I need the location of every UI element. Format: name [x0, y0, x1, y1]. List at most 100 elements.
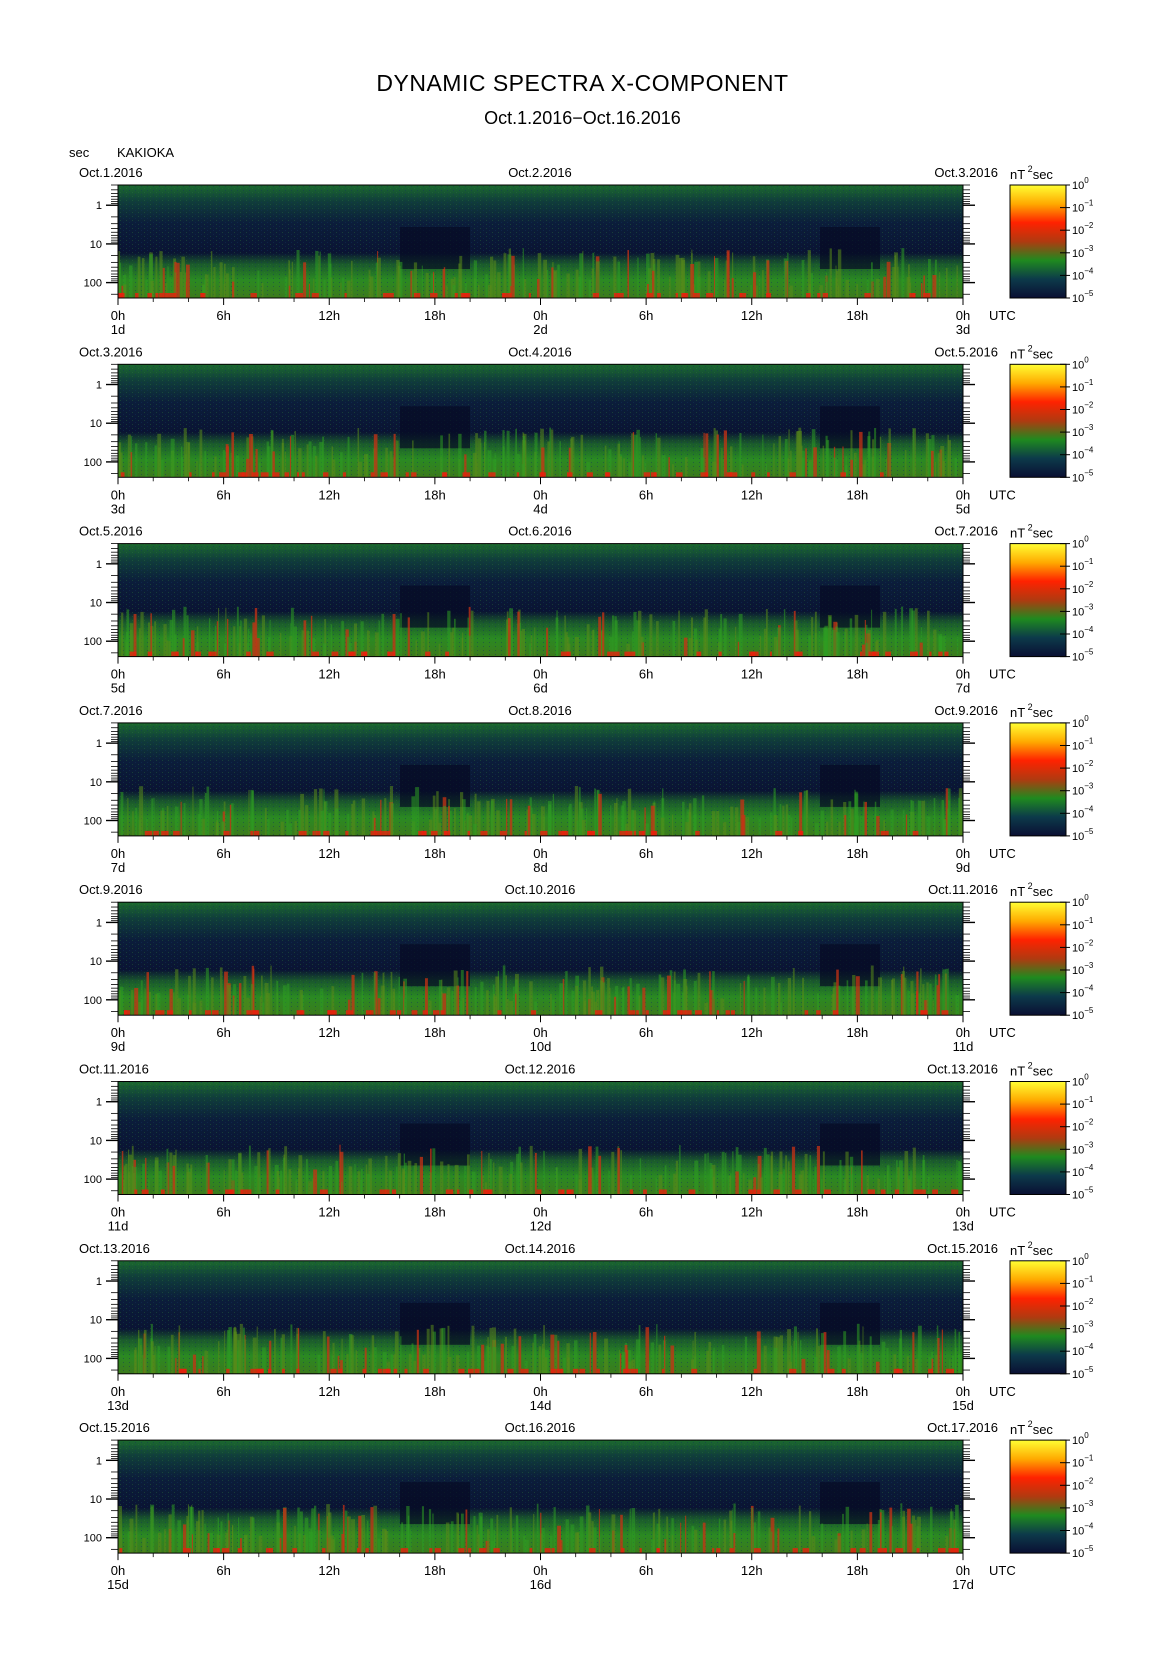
- activity-streak: [933, 798, 936, 836]
- activity-streak: [547, 441, 550, 478]
- day-label-mid: 14d: [530, 1398, 552, 1413]
- date-label-right: Oct.3.2016: [934, 165, 998, 180]
- activity-streak: [594, 788, 597, 836]
- activity-streak: [238, 1333, 241, 1374]
- activity-streak: [657, 293, 661, 298]
- activity-streak: [905, 814, 908, 836]
- activity-streak: [213, 1548, 220, 1554]
- activity-streak: [859, 431, 863, 478]
- activity-streak: [462, 998, 464, 1016]
- activity-streak: [595, 1146, 599, 1195]
- activity-streak: [226, 1368, 230, 1374]
- activity-streak: [168, 641, 171, 657]
- activity-streak: [440, 1010, 445, 1016]
- activity-streak: [768, 1527, 771, 1554]
- activity-streak: [906, 1356, 909, 1374]
- activity-streak: [303, 262, 307, 298]
- activity-streak: [460, 792, 464, 836]
- activity-streak: [871, 609, 873, 657]
- x-tick-label: 0h: [111, 846, 125, 861]
- x-tick-label: 12h: [318, 308, 340, 323]
- activity-streak: [540, 830, 548, 836]
- activity-streak: [682, 801, 685, 836]
- activity-streak: [625, 830, 633, 836]
- activity-streak: [658, 1189, 667, 1195]
- activity-streak: [428, 1000, 432, 1016]
- activity-streak: [218, 608, 220, 657]
- utc-label: UTC: [989, 308, 1016, 323]
- activity-streak: [856, 284, 859, 298]
- activity-streak: [538, 1346, 542, 1374]
- activity-streak: [766, 1154, 770, 1195]
- activity-streak: [633, 830, 637, 836]
- activity-streak: [798, 1505, 801, 1554]
- day-label-start: 3d: [111, 501, 125, 516]
- activity-streak: [188, 1010, 192, 1016]
- activity-streak: [529, 1145, 533, 1195]
- day-label-mid: 10d: [530, 1039, 552, 1054]
- activity-streak: [381, 613, 385, 657]
- colorbar-tick-label: 10−2: [1072, 759, 1094, 775]
- x-tick-label: 6h: [639, 1563, 653, 1578]
- colorbar-tick-label: 10−1: [1072, 737, 1094, 753]
- activity-streak: [656, 621, 659, 657]
- activity-streak: [438, 822, 441, 836]
- activity-streak: [272, 472, 275, 478]
- activity-streak: [631, 1508, 636, 1554]
- activity-streak: [236, 606, 239, 657]
- activity-streak: [825, 435, 828, 478]
- quiet-patch: [400, 585, 470, 628]
- activity-streak: [588, 1512, 592, 1554]
- activity-streak: [477, 438, 482, 478]
- activity-streak: [642, 830, 645, 836]
- activity-streak: [843, 1180, 847, 1195]
- y-tick-label: 10: [90, 1315, 102, 1327]
- activity-streak: [651, 472, 657, 478]
- colorbar-tick-label: 10−5: [1072, 1186, 1094, 1202]
- activity-streak: [721, 1151, 725, 1195]
- activity-streak: [944, 651, 949, 657]
- activity-streak: [899, 1338, 902, 1374]
- activity-streak: [347, 437, 350, 478]
- activity-streak: [158, 1532, 162, 1554]
- activity-streak: [751, 472, 756, 478]
- activity-streak: [682, 293, 687, 298]
- activity-streak: [656, 1324, 658, 1374]
- activity-streak: [550, 429, 554, 478]
- activity-streak: [678, 610, 680, 657]
- activity-streak: [469, 1189, 474, 1195]
- utc-label: UTC: [989, 1384, 1016, 1399]
- activity-streak: [804, 1010, 809, 1016]
- activity-streak: [720, 998, 725, 1016]
- activity-streak: [716, 434, 719, 478]
- activity-streak: [284, 1146, 288, 1195]
- activity-streak: [251, 472, 259, 478]
- activity-streak: [345, 1010, 354, 1016]
- activity-streak: [169, 1152, 173, 1195]
- y-tick-label: 100: [84, 995, 102, 1007]
- activity-streak: [503, 253, 507, 298]
- activity-streak: [850, 1174, 853, 1195]
- activity-streak: [137, 256, 141, 298]
- utc-label: UTC: [989, 667, 1016, 682]
- activity-streak: [175, 1358, 177, 1374]
- x-tick-label: 6h: [216, 1563, 230, 1578]
- activity-streak: [249, 434, 253, 478]
- y-tick-label: 10: [90, 239, 102, 251]
- activity-streak: [907, 990, 910, 1016]
- activity-streak: [958, 1161, 961, 1195]
- activity-streak: [172, 1165, 176, 1195]
- colorbar-tick-label: 10−4: [1072, 266, 1094, 282]
- activity-streak: [288, 1169, 292, 1195]
- activity-streak: [880, 1189, 886, 1195]
- activity-streak: [735, 1171, 739, 1195]
- activity-streak: [907, 819, 909, 836]
- day-label-start: 9d: [111, 1039, 125, 1054]
- activity-streak: [629, 978, 632, 1016]
- date-label-mid: Oct.16.2016: [505, 1420, 576, 1435]
- y-tick-label: 100: [84, 816, 102, 828]
- activity-streak: [608, 1170, 610, 1195]
- activity-streak: [536, 1189, 542, 1195]
- activity-streak: [493, 1162, 495, 1195]
- date-label-left: Oct.9.2016: [79, 882, 143, 897]
